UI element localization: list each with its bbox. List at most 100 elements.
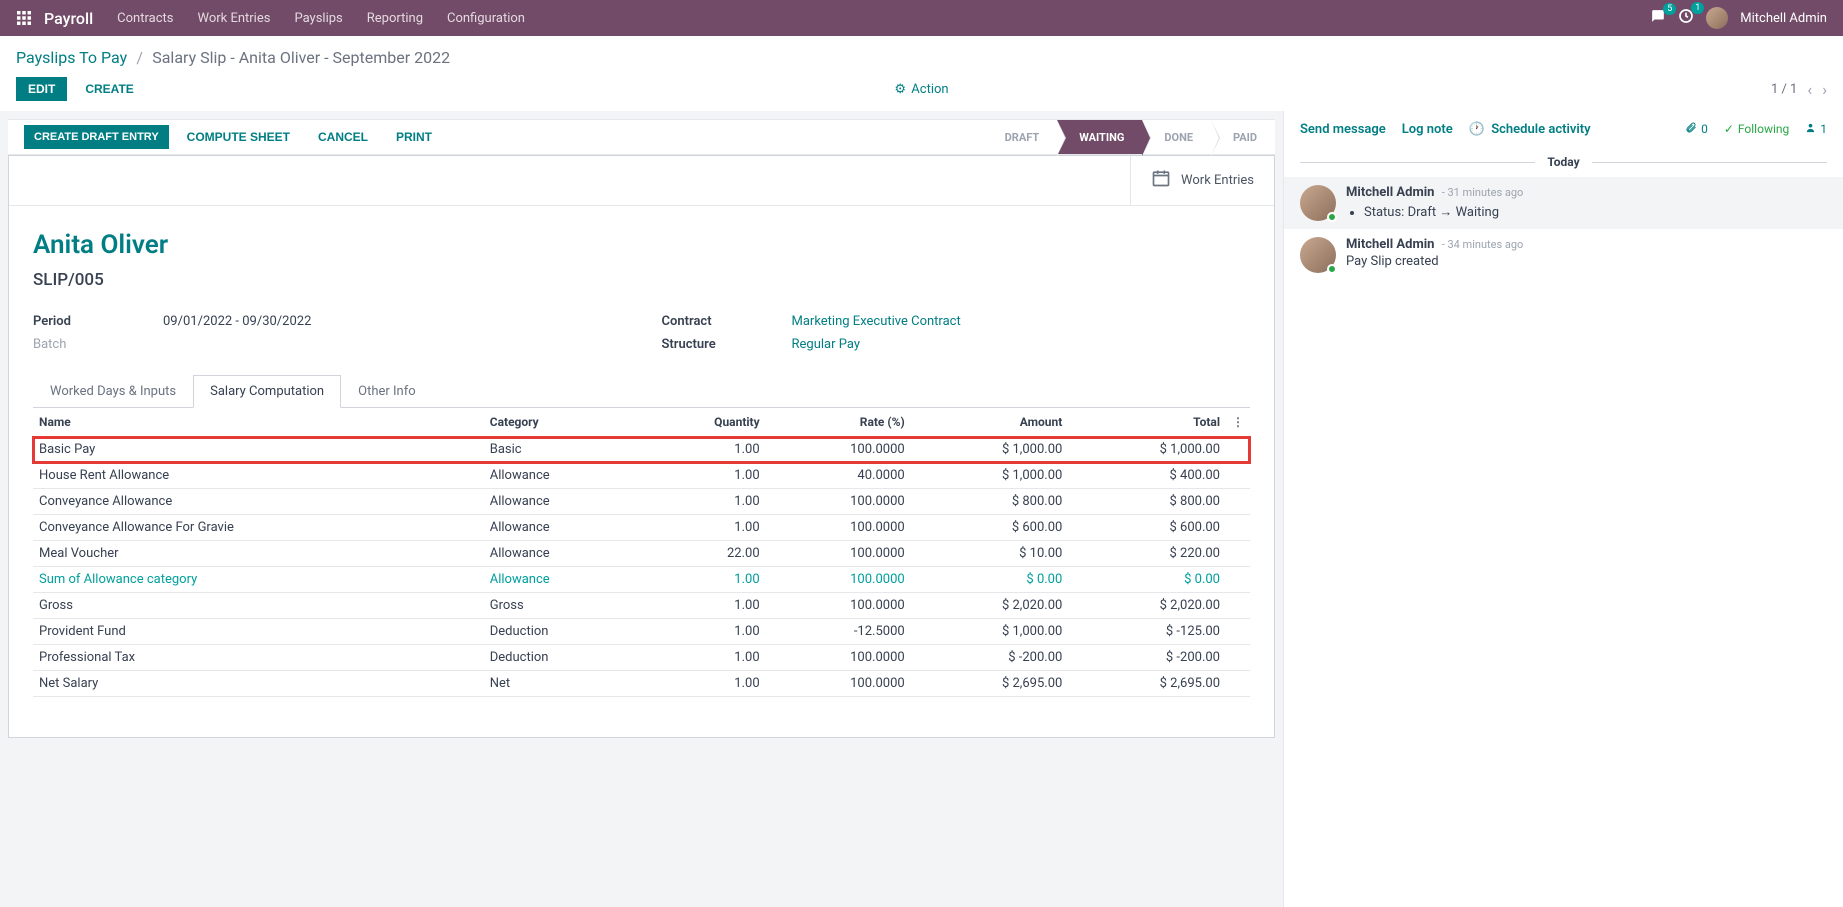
nav-item-reporting[interactable]: Reporting xyxy=(367,11,423,26)
apps-icon[interactable] xyxy=(16,10,32,26)
table-row[interactable]: Provident FundDeduction1.00-12.5000$ 1,0… xyxy=(33,619,1250,645)
cell-quantity: 1.00 xyxy=(640,515,765,541)
cell-name: Conveyance Allowance For Gravie xyxy=(33,515,484,541)
message-time: - 34 minutes ago xyxy=(1442,238,1524,251)
following-button[interactable]: ✓ Following xyxy=(1724,122,1789,136)
cell-quantity: 1.00 xyxy=(640,645,765,671)
col-options-icon[interactable]: ⋮ xyxy=(1226,408,1250,437)
col-category: Category xyxy=(484,408,641,437)
employee-title: Anita Oliver xyxy=(33,230,1250,260)
gear-icon: ⚙ xyxy=(894,82,906,97)
period-label: Period xyxy=(33,314,163,329)
table-row[interactable]: Professional TaxDeduction1.00100.0000$ -… xyxy=(33,645,1250,671)
nav-item-configuration[interactable]: Configuration xyxy=(447,11,525,26)
table-row[interactable]: GrossGross1.00100.0000$ 2,020.00$ 2,020.… xyxy=(33,593,1250,619)
activity-icon[interactable]: 1 xyxy=(1678,8,1694,28)
cell-amount: $ 0.00 xyxy=(911,567,1069,593)
table-row[interactable]: Sum of Allowance categoryAllowance1.0010… xyxy=(33,567,1250,593)
tab-worked-days[interactable]: Worked Days & Inputs xyxy=(33,375,193,408)
cell-total: $ 800.00 xyxy=(1068,489,1226,515)
cell-quantity: 1.00 xyxy=(640,671,765,697)
cell-category: Deduction xyxy=(484,619,641,645)
nav-menu: Contracts Work Entries Payslips Reporting Co… xyxy=(117,11,525,26)
user-avatar[interactable] xyxy=(1706,7,1728,29)
cell-name: Conveyance Allowance xyxy=(33,489,484,515)
cell-amount: $ 2,695.00 xyxy=(911,671,1069,697)
activity-badge: 1 xyxy=(1691,2,1704,14)
cell-quantity: 1.00 xyxy=(640,593,765,619)
status-change-item: Status: Draft → Waiting xyxy=(1364,204,1827,220)
cell-name: Sum of Allowance category xyxy=(33,567,484,593)
cell-quantity: 1.00 xyxy=(640,567,765,593)
followers-count[interactable]: 1 xyxy=(1805,122,1827,136)
cell-quantity: 22.00 xyxy=(640,541,765,567)
cell-amount: $ 2,020.00 xyxy=(911,593,1069,619)
cell-rate: 100.0000 xyxy=(766,567,911,593)
action-dropdown[interactable]: ⚙ Action xyxy=(894,82,948,97)
username[interactable]: Mitchell Admin xyxy=(1740,11,1827,26)
structure-value[interactable]: Regular Pay xyxy=(792,337,861,352)
breadcrumb-parent[interactable]: Payslips To Pay xyxy=(16,48,127,67)
table-row[interactable]: Basic PayBasic1.00100.0000$ 1,000.00$ 1,… xyxy=(33,437,1250,463)
create-draft-entry-button[interactable]: CREATE DRAFT ENTRY xyxy=(24,125,169,149)
cell-amount: $ 10.00 xyxy=(911,541,1069,567)
work-entries-label: Work Entries xyxy=(1181,173,1254,188)
table-row[interactable]: Conveyance Allowance For GravieAllowance… xyxy=(33,515,1250,541)
cancel-button[interactable]: CANCEL xyxy=(304,124,382,150)
pager-next-icon[interactable]: › xyxy=(1822,80,1827,99)
cell-total: $ 220.00 xyxy=(1068,541,1226,567)
schedule-activity-button[interactable]: 🕐 Schedule activity xyxy=(1469,122,1591,137)
cell-category: Allowance xyxy=(484,489,641,515)
col-name: Name xyxy=(33,408,484,437)
messaging-icon[interactable]: 5 xyxy=(1650,9,1666,27)
user-icon xyxy=(1805,122,1816,136)
col-total: Total xyxy=(1068,408,1226,437)
cell-name: Provident Fund xyxy=(33,619,484,645)
message-author: Mitchell Admin xyxy=(1346,185,1434,200)
tab-other-info[interactable]: Other Info xyxy=(341,375,433,408)
contract-value[interactable]: Marketing Executive Contract xyxy=(792,314,961,329)
cell-total: $ -200.00 xyxy=(1068,645,1226,671)
status-bar: CREATE DRAFT ENTRY COMPUTE SHEET CANCEL … xyxy=(8,119,1275,155)
cell-quantity: 1.00 xyxy=(640,619,765,645)
nav-item-contracts[interactable]: Contracts xyxy=(117,11,173,26)
cell-name: Net Salary xyxy=(33,671,484,697)
salary-table: Name Category Quantity Rate (%) Amount T… xyxy=(33,408,1250,697)
create-button[interactable]: CREATE xyxy=(73,77,145,101)
cell-quantity: 1.00 xyxy=(640,489,765,515)
nav-item-payslips[interactable]: Payslips xyxy=(294,11,342,26)
tabs: Worked Days & Inputs Salary Computation … xyxy=(33,374,1250,408)
cell-name: Gross xyxy=(33,593,484,619)
app-title[interactable]: Payroll xyxy=(44,9,93,28)
attachment-count[interactable]: 0 xyxy=(1685,122,1708,137)
stage-paid[interactable]: PAID xyxy=(1211,120,1275,154)
cell-name: House Rent Allowance xyxy=(33,463,484,489)
compute-sheet-button[interactable]: COMPUTE SHEET xyxy=(173,124,304,150)
cell-quantity: 1.00 xyxy=(640,463,765,489)
divider-today: Today xyxy=(1547,155,1579,169)
send-message-button[interactable]: Send message xyxy=(1300,122,1386,137)
stage-waiting[interactable]: WAITING xyxy=(1057,120,1142,154)
message-avatar xyxy=(1300,237,1336,273)
pager-text: 1 / 1 xyxy=(1771,82,1797,97)
print-button[interactable]: PRINT xyxy=(382,124,446,150)
cell-total: $ 600.00 xyxy=(1068,515,1226,541)
table-row[interactable]: Meal VoucherAllowance22.00100.0000$ 10.0… xyxy=(33,541,1250,567)
edit-button[interactable]: EDIT xyxy=(16,77,67,101)
stage-done[interactable]: DONE xyxy=(1142,120,1211,154)
work-entries-stat-button[interactable]: Work Entries xyxy=(1130,156,1274,205)
message-author: Mitchell Admin xyxy=(1346,237,1434,252)
pager-prev-icon[interactable]: ‹ xyxy=(1807,80,1812,99)
col-rate: Rate (%) xyxy=(766,408,911,437)
table-row[interactable]: House Rent AllowanceAllowance1.0040.0000… xyxy=(33,463,1250,489)
pager: 1 / 1 ‹ › xyxy=(1771,80,1827,99)
calendar-icon xyxy=(1151,168,1171,193)
log-note-button[interactable]: Log note xyxy=(1402,122,1453,137)
stage-draft[interactable]: DRAFT xyxy=(983,120,1058,154)
table-row[interactable]: Conveyance AllowanceAllowance1.00100.000… xyxy=(33,489,1250,515)
tab-salary-computation[interactable]: Salary Computation xyxy=(193,375,341,408)
table-row[interactable]: Net SalaryNet1.00100.0000$ 2,695.00$ 2,6… xyxy=(33,671,1250,697)
cell-rate: 100.0000 xyxy=(766,671,911,697)
nav-item-work-entries[interactable]: Work Entries xyxy=(197,11,270,26)
col-quantity: Quantity xyxy=(640,408,765,437)
